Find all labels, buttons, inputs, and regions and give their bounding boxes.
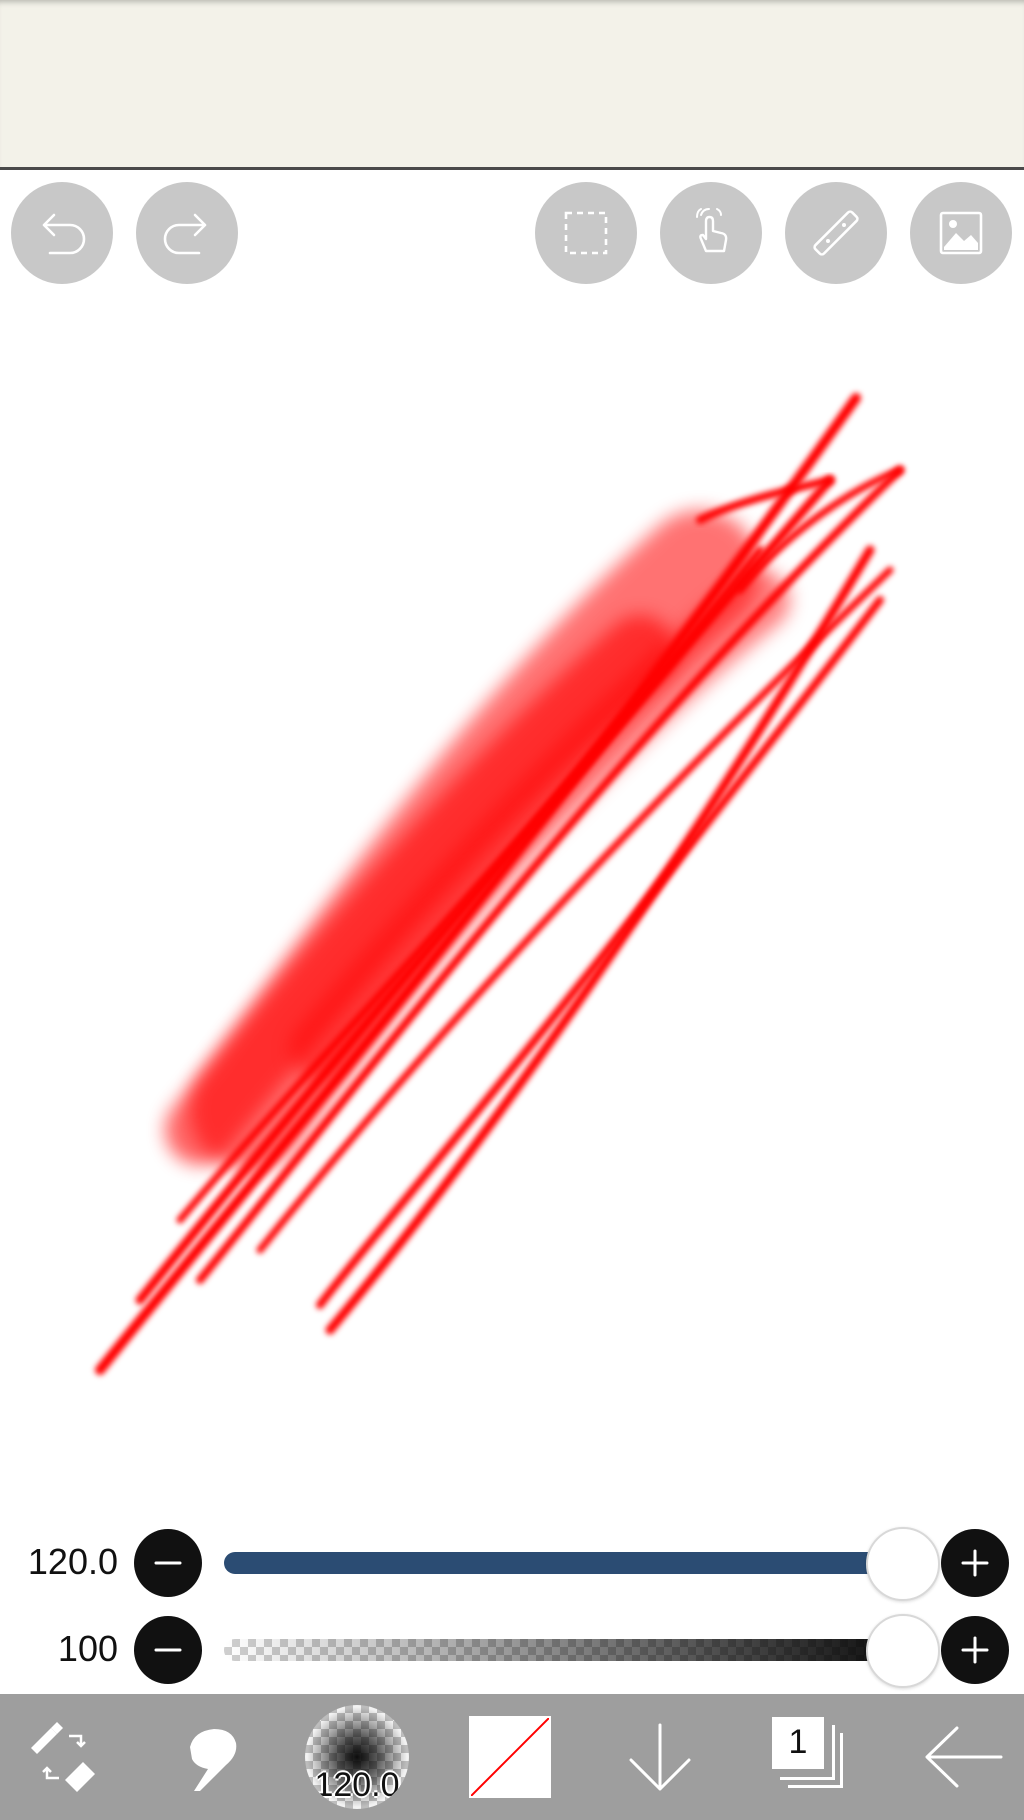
back-button[interactable] [915, 1694, 1011, 1820]
redo-button[interactable] [136, 182, 238, 284]
brush-size-value: 120.0 [27, 1541, 118, 1582]
finger-smudge-icon [190, 1729, 237, 1791]
opacity-track[interactable] [224, 1639, 900, 1661]
undo-icon [42, 213, 86, 255]
image-icon [939, 211, 983, 255]
no-color-slash-icon [471, 1718, 549, 1796]
layer-count: 1 [788, 1723, 808, 1761]
layers-icon: 1 [772, 1717, 852, 1797]
opacity-decrease-button[interactable] [134, 1616, 202, 1684]
layers-button[interactable]: 1 [767, 1694, 857, 1820]
smudge-tool-button[interactable] [160, 1694, 260, 1820]
pen-eraser-switch-icon [31, 1722, 95, 1792]
plus-icon [961, 1636, 989, 1664]
brush-preview: 120.0 [305, 1705, 409, 1809]
opacity-value: 100 [57, 1628, 118, 1669]
brush-opacity-slider: 100 [0, 1610, 1024, 1690]
size-decrease-button[interactable] [134, 1529, 202, 1597]
opacity-thumb[interactable] [866, 1614, 940, 1688]
undo-button[interactable] [11, 182, 113, 284]
hand-touch-icon [696, 208, 728, 253]
download-arrow-button[interactable] [618, 1694, 702, 1820]
size-track[interactable] [224, 1552, 900, 1574]
opacity-increase-button[interactable] [941, 1616, 1009, 1684]
minus-icon [154, 1561, 182, 1565]
size-increase-button[interactable] [941, 1529, 1009, 1597]
selection-icon [564, 211, 608, 255]
ruler-icon [813, 210, 859, 256]
pen-eraser-switch-button[interactable] [14, 1694, 114, 1820]
brush-size-slider: 120.0 [0, 1523, 1024, 1603]
brush-settings-button[interactable]: 120.0 [305, 1694, 409, 1820]
color-picker-button[interactable] [468, 1694, 552, 1820]
bottom-toolbar: 120.0 1 [0, 1694, 1024, 1820]
arrow-down-icon [629, 1723, 691, 1791]
red-brush-strokes [95, 393, 904, 1375]
plus-icon [961, 1549, 989, 1577]
drawing-canvas[interactable] [0, 170, 1024, 1694]
brush-size-label: 120.0 [314, 1766, 400, 1804]
top-app-bar [0, 0, 1024, 170]
redo-icon [163, 213, 207, 255]
arrow-left-icon [925, 1726, 1003, 1788]
color-swatch [469, 1716, 551, 1798]
selection-button[interactable] [535, 182, 637, 284]
ruler-button[interactable] [785, 182, 887, 284]
size-thumb[interactable] [866, 1527, 940, 1601]
insert-image-button[interactable] [910, 182, 1012, 284]
minus-icon [154, 1648, 182, 1652]
transform-button[interactable] [660, 182, 762, 284]
